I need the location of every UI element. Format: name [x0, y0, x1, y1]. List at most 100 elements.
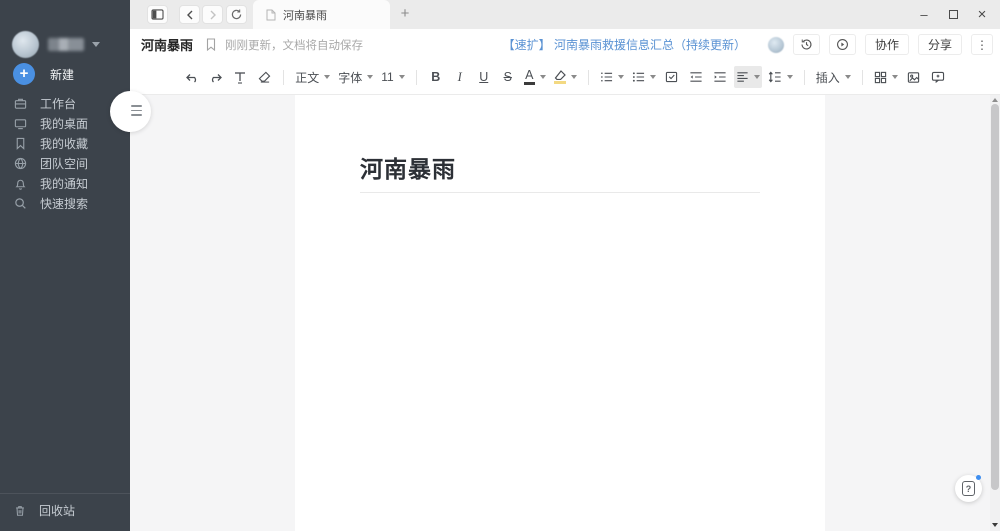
insert-dropdown[interactable]: 插入 — [814, 66, 853, 88]
sidebar-item-favorites[interactable]: 我的收藏 — [0, 133, 130, 153]
indent-icon — [714, 72, 726, 82]
bookmark-button[interactable] — [206, 38, 216, 51]
toolbar-divider — [803, 69, 805, 85]
insert-comment-button[interactable] — [928, 66, 948, 88]
sidebar-item-quick-search[interactable]: 快速搜索 — [0, 193, 130, 213]
scrollbar-thumb[interactable] — [991, 104, 999, 490]
chevron-down-icon — [844, 75, 851, 79]
bullet-list-button[interactable] — [630, 66, 658, 88]
back-button[interactable] — [179, 5, 200, 24]
line-height-button[interactable] — [766, 66, 795, 88]
play-circle-icon — [836, 39, 848, 50]
toggle-sidebar-button[interactable] — [147, 5, 168, 24]
search-icon — [15, 197, 26, 209]
chevron-down-icon — [891, 75, 898, 79]
trash-icon — [16, 505, 24, 516]
version-history-button[interactable] — [792, 34, 820, 55]
sidebar-item-recycle-bin[interactable]: 回收站 — [0, 500, 130, 520]
undo-icon — [186, 73, 197, 82]
comment-icon — [931, 71, 944, 83]
alignment-button[interactable] — [733, 66, 762, 88]
autosave-status: 刚刚更新，文档将自动保存 — [225, 39, 364, 52]
ordered-list-button[interactable] — [598, 66, 626, 88]
scroll-up-arrow-icon[interactable] — [992, 98, 998, 102]
strikethrough-button[interactable]: S — [498, 66, 518, 88]
sidebar-divider — [0, 493, 130, 494]
insert-image-button[interactable] — [904, 66, 924, 88]
toolbar-divider — [415, 69, 417, 85]
scroll-down-arrow-icon[interactable] — [992, 523, 998, 527]
clear-format-button[interactable] — [254, 66, 274, 88]
font-family-dropdown[interactable]: 字体 — [336, 66, 375, 88]
sidebar-item-label: 工作台 — [40, 96, 77, 111]
format-toolbar: 正文 字体 11 B I U S A 插入 — [130, 60, 1000, 95]
outdent-button[interactable] — [686, 66, 706, 88]
table-icon — [874, 71, 886, 83]
bold-button[interactable]: B — [426, 66, 446, 88]
forward-button[interactable] — [202, 5, 223, 24]
outline-icon — [131, 105, 142, 119]
document-title[interactable]: 河南暴雨 — [360, 150, 456, 184]
sidebar-item-label: 回收站 — [39, 503, 76, 518]
chevron-down-icon — [92, 42, 100, 47]
refresh-button[interactable] — [226, 5, 247, 24]
sidebar-item-notifications[interactable]: 我的通知 — [0, 173, 130, 193]
font-size-dropdown[interactable]: 11 — [379, 66, 406, 88]
format-painter-button[interactable] — [230, 66, 250, 88]
tab-title: 河南暴雨 — [283, 9, 327, 22]
help-button[interactable]: ? — [955, 475, 982, 502]
sidebar-item-team-space[interactable]: 团队空间 — [0, 153, 130, 173]
new-tab-button[interactable]: + — [394, 3, 416, 25]
minimize-button[interactable]: – — [910, 0, 938, 29]
document-page[interactable]: 河南暴雨 — [295, 95, 825, 531]
tab-active[interactable]: 河南暴雨 — [253, 0, 390, 29]
vertical-scrollbar[interactable] — [990, 95, 1000, 531]
insert-table-button[interactable] — [872, 66, 900, 88]
highlight-color-button[interactable] — [552, 66, 579, 88]
toolbar-divider — [861, 69, 863, 85]
presentation-mode-button[interactable] — [828, 34, 856, 55]
font-color-button[interactable]: A — [522, 66, 548, 88]
indent-button[interactable] — [710, 66, 730, 88]
chevron-down-icon — [753, 75, 760, 79]
bookmark-icon — [206, 38, 216, 51]
collaborate-button[interactable]: 协作 — [864, 34, 909, 55]
highlighter-icon — [553, 70, 566, 84]
forward-icon — [210, 10, 216, 19]
image-icon — [908, 71, 920, 83]
user-account[interactable] — [12, 31, 100, 58]
toolbar-divider — [587, 69, 589, 85]
notification-dot — [976, 475, 981, 480]
redo-icon — [212, 73, 223, 82]
more-options-button[interactable]: ⋮ — [971, 34, 993, 55]
underline-button[interactable]: U — [474, 66, 494, 88]
workbench-icon — [14, 98, 27, 109]
paragraph-style-dropdown[interactable]: 正文 — [293, 66, 332, 88]
new-button-label: 新建 — [50, 67, 75, 82]
chevron-down-icon — [786, 75, 793, 79]
chevron-down-icon — [324, 75, 331, 79]
plus-icon: + — [13, 63, 35, 85]
user-name-blurred — [48, 38, 84, 51]
outline-toggle-button[interactable] — [110, 91, 151, 132]
maximize-button[interactable] — [939, 0, 967, 29]
close-button[interactable]: × — [968, 0, 996, 29]
redo-button[interactable] — [206, 66, 226, 88]
title-divider — [360, 192, 760, 193]
share-button[interactable]: 分享 — [917, 34, 962, 55]
align-left-icon — [737, 72, 748, 82]
checklist-button[interactable] — [662, 66, 682, 88]
announcement-link[interactable]: 【速扩】 河南暴雨救援信息汇总（持续更新） — [503, 36, 746, 53]
collaborator-avatar[interactable] — [767, 36, 784, 53]
line-height-icon — [768, 71, 781, 83]
italic-button[interactable]: I — [450, 66, 470, 88]
bullet-list-icon — [632, 72, 644, 82]
checklist-icon — [666, 71, 678, 83]
chevron-down-icon — [367, 75, 374, 79]
help-icon: ? — [962, 481, 975, 496]
notifications-icon — [15, 179, 26, 190]
undo-button[interactable] — [182, 66, 202, 88]
history-icon — [801, 39, 812, 50]
new-document-button[interactable]: + 新建 — [13, 63, 74, 85]
main-area: 河南暴雨 + – × 河南暴雨 刚刚更新，文档将自动保存 【速扩】 河南暴雨救援… — [110, 0, 1000, 531]
